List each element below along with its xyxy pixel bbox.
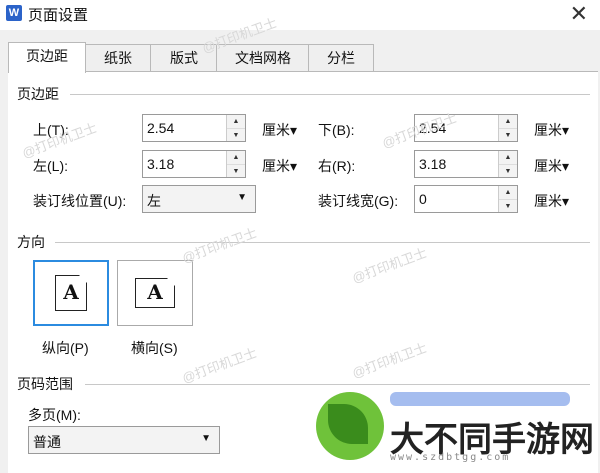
gutter-position-select[interactable]: 左 ▼	[142, 185, 256, 213]
portrait-page-icon: A	[55, 275, 87, 311]
left-margin-unit-dropdown[interactable]: 厘米▾	[262, 156, 297, 176]
bottom-margin-spinner[interactable]: 2.54 ▲ ▼	[414, 114, 518, 142]
section-divider	[70, 94, 590, 95]
gutter-position-value[interactable]: 左	[147, 191, 161, 211]
top-margin-spinner[interactable]: 2.54 ▲ ▼	[142, 114, 246, 142]
multi-page-value[interactable]: 普通	[33, 432, 61, 452]
right-margin-spinner[interactable]: 3.18 ▲ ▼	[414, 150, 518, 178]
left-margin-spinner[interactable]: 3.18 ▲ ▼	[142, 150, 246, 178]
close-icon[interactable]: ✕	[570, 0, 588, 28]
bottom-margin-value[interactable]: 2.54	[419, 120, 446, 136]
section-divider	[85, 384, 590, 385]
section-divider	[55, 242, 590, 243]
gutter-position-label: 装订线位置(U):	[33, 193, 127, 209]
spin-up-icon[interactable]: ▲	[227, 151, 245, 165]
gutter-width-spinner[interactable]: 0 ▲ ▼	[414, 185, 518, 213]
spin-down-icon[interactable]: ▼	[499, 129, 517, 142]
section-margins-title: 页边距	[17, 86, 59, 102]
right-margin-label: 右(R):	[318, 158, 356, 174]
left-margin-value[interactable]: 3.18	[147, 156, 174, 172]
portrait-option[interactable]: A	[33, 260, 109, 326]
spin-down-icon[interactable]: ▼	[227, 165, 245, 178]
spin-down-icon[interactable]: ▼	[227, 129, 245, 142]
tab-paper[interactable]: 纸张	[84, 44, 152, 71]
bottom-margin-label: 下(B):	[318, 122, 355, 138]
spin-up-icon[interactable]: ▲	[227, 115, 245, 129]
top-margin-value[interactable]: 2.54	[147, 120, 174, 136]
dropdown-arrow-icon[interactable]: ▼	[237, 192, 247, 203]
dropdown-arrow-icon[interactable]: ▼	[201, 433, 211, 444]
tab-columns[interactable]: 分栏	[308, 44, 374, 71]
spin-down-icon[interactable]: ▼	[499, 165, 517, 178]
section-pages-title: 页码范围	[17, 376, 73, 392]
tab-doc-grid[interactable]: 文档网格	[216, 44, 310, 71]
gutter-width-value[interactable]: 0	[419, 191, 427, 207]
right-margin-unit-dropdown[interactable]: 厘米▾	[534, 156, 569, 176]
gutter-width-unit-dropdown[interactable]: 厘米▾	[534, 191, 569, 211]
window-title: 页面设置	[28, 7, 89, 24]
landscape-option[interactable]: A	[117, 260, 193, 326]
top-margin-unit-dropdown[interactable]: 厘米▾	[262, 120, 297, 140]
app-logo-icon: W	[6, 5, 22, 21]
multi-page-select[interactable]: 普通 ▼	[28, 426, 220, 454]
title-bar: W 页面设置 ✕	[0, 0, 600, 30]
multi-page-label: 多页(M):	[28, 407, 81, 423]
portrait-label[interactable]: 纵向(P)	[42, 338, 89, 358]
landscape-label[interactable]: 横向(S)	[131, 338, 178, 358]
spin-down-icon[interactable]: ▼	[499, 200, 517, 213]
spin-up-icon[interactable]: ▲	[499, 115, 517, 129]
landscape-page-icon: A	[135, 278, 175, 308]
tab-layout[interactable]: 版式	[150, 44, 218, 71]
section-orientation-title: 方向	[17, 234, 45, 250]
left-margin-label: 左(L):	[33, 158, 68, 174]
right-margin-value[interactable]: 3.18	[419, 156, 446, 172]
gutter-width-label: 装订线宽(G):	[318, 193, 399, 209]
spin-up-icon[interactable]: ▲	[499, 151, 517, 165]
bottom-margin-unit-dropdown[interactable]: 厘米▾	[534, 120, 569, 140]
spin-up-icon[interactable]: ▲	[499, 186, 517, 200]
tab-margins[interactable]: 页边距	[8, 42, 86, 73]
top-margin-label: 上(T):	[33, 122, 69, 138]
